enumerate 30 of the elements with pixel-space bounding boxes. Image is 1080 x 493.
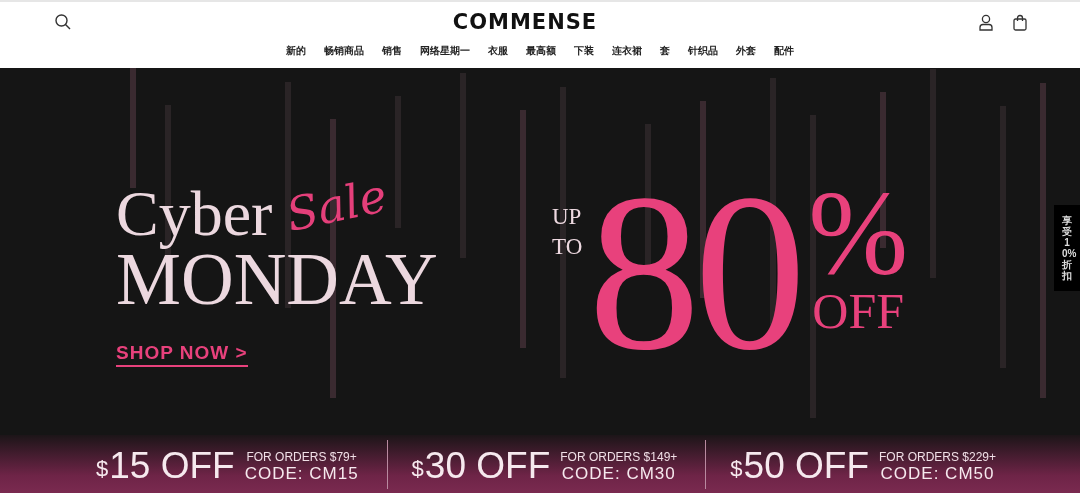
up-to-text: UP (552, 203, 583, 231)
coupon-code: CODE: CM15 (244, 463, 359, 484)
nav-link[interactable]: 衣服 (479, 44, 517, 58)
nav-link[interactable]: 配件 (765, 44, 803, 58)
off-text: OFF (812, 288, 905, 334)
coupon-condition: FOR ORDERS $79+ (246, 450, 357, 464)
nav-link[interactable]: 下装 (565, 44, 603, 58)
nav-link[interactable]: 外套 (727, 44, 765, 58)
nav-link[interactable]: 套 (651, 44, 679, 58)
search-icon[interactable] (54, 13, 72, 31)
up-to-text: TO (552, 233, 583, 261)
nav-link[interactable]: 畅销商品 (315, 44, 373, 58)
coupon-condition: FOR ORDERS $229+ (879, 450, 997, 464)
discount-amount: 80 (588, 172, 801, 372)
user-icon[interactable] (978, 13, 994, 31)
discount-side-tab[interactable]: 享受10%折扣 (1054, 205, 1080, 291)
coupon-condition: FOR ORDERS $149+ (560, 450, 678, 464)
nav-link[interactable]: 最高额 (517, 44, 565, 58)
coupon-code: CODE: CM50 (880, 463, 995, 484)
logo[interactable]: COMMENSE (452, 10, 598, 34)
nav-link[interactable]: 连衣裙 (603, 44, 651, 58)
coupon-code: CODE: CM30 (561, 463, 676, 484)
percent-sign: % (808, 178, 909, 288)
shopping-bag-icon[interactable] (1012, 13, 1028, 31)
shop-now-link[interactable]: SHOP NOW > (116, 342, 248, 367)
nav-link[interactable]: 网络星期一 (411, 44, 479, 58)
nav-link[interactable]: 新的 (277, 44, 315, 58)
script-text: Sale (281, 168, 392, 242)
nav-link[interactable]: 销售 (373, 44, 411, 58)
nav-link[interactable]: 针织品 (679, 44, 727, 58)
